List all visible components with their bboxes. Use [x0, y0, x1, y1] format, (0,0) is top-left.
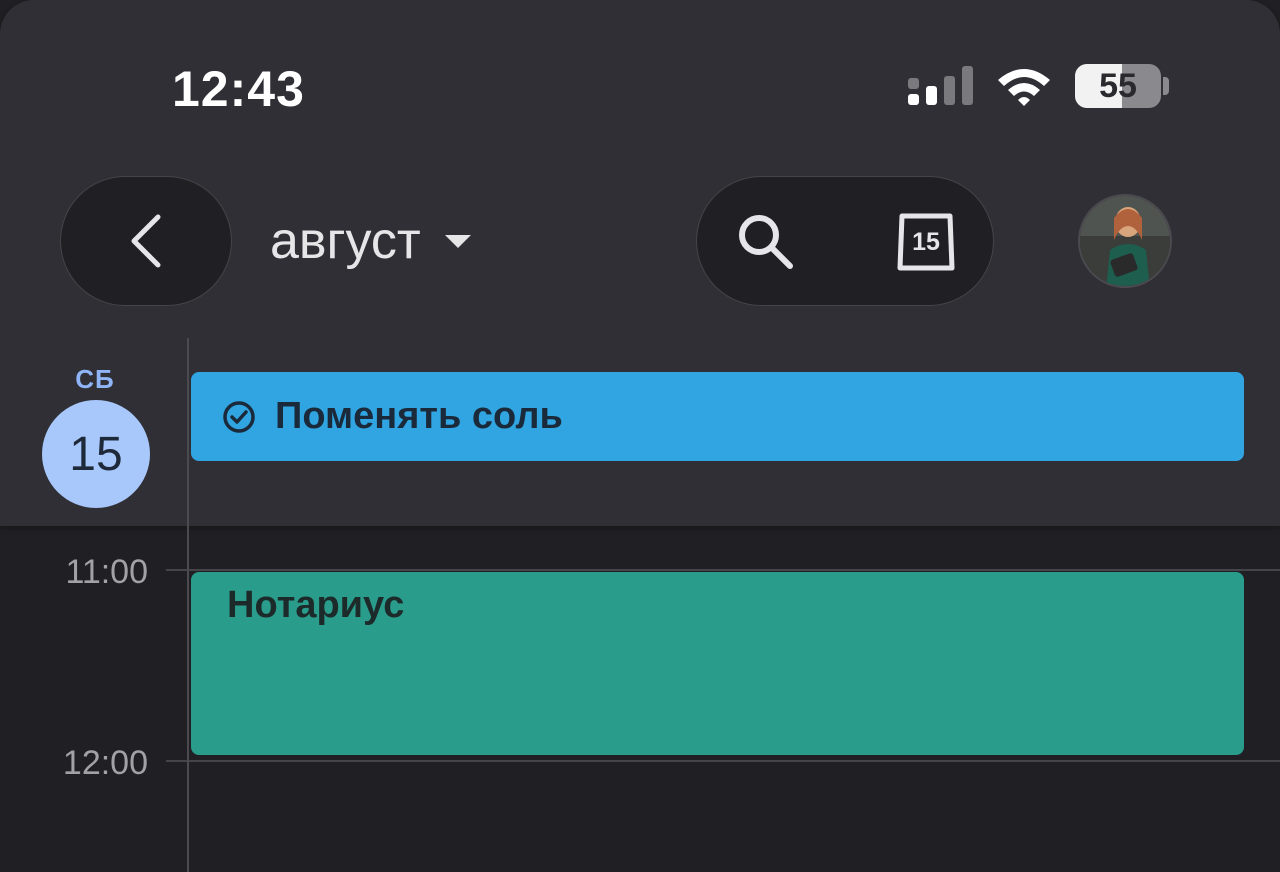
- event-title: Нотариус: [227, 584, 405, 626]
- caret-down-icon: [444, 234, 471, 248]
- avatar-photo: [1080, 196, 1170, 286]
- month-label: август: [270, 212, 421, 270]
- today-date: 15: [912, 227, 940, 256]
- all-day-task[interactable]: Поменять соль: [191, 372, 1244, 461]
- signal-icon: [908, 66, 973, 105]
- battery-level: 55: [1099, 66, 1137, 105]
- month-selector[interactable]: август: [270, 208, 471, 274]
- task-title: Поменять соль: [275, 395, 563, 437]
- status-time: 12:43: [172, 61, 305, 117]
- hour-label: 11:00: [65, 553, 148, 591]
- hour-line: [166, 760, 1280, 762]
- wifi-icon: [998, 69, 1050, 106]
- hour-label: 12:00: [62, 744, 148, 782]
- battery-tip: [1163, 77, 1169, 95]
- battery-icon: 55: [1075, 64, 1161, 108]
- avatar[interactable]: [1078, 194, 1172, 288]
- today-button[interactable]: 15: [894, 210, 958, 274]
- day-divider: [187, 338, 189, 872]
- calendar-screen: 12:43 55 август 15 СБ 15 Поменять соль 1…: [0, 0, 1280, 872]
- search-icon[interactable]: [734, 210, 796, 272]
- back-button[interactable]: [60, 176, 232, 306]
- back-arrow-icon: [131, 214, 161, 268]
- day-weekday: СБ: [75, 364, 115, 394]
- day-date-circle[interactable]: 15: [42, 400, 150, 508]
- check-circle-icon: [223, 400, 255, 433]
- header-panel: 12:43 55 август 15 СБ 15 Поменять соль: [0, 0, 1280, 526]
- event-card[interactable]: Нотариус: [191, 572, 1244, 755]
- hour-line: [166, 569, 1280, 571]
